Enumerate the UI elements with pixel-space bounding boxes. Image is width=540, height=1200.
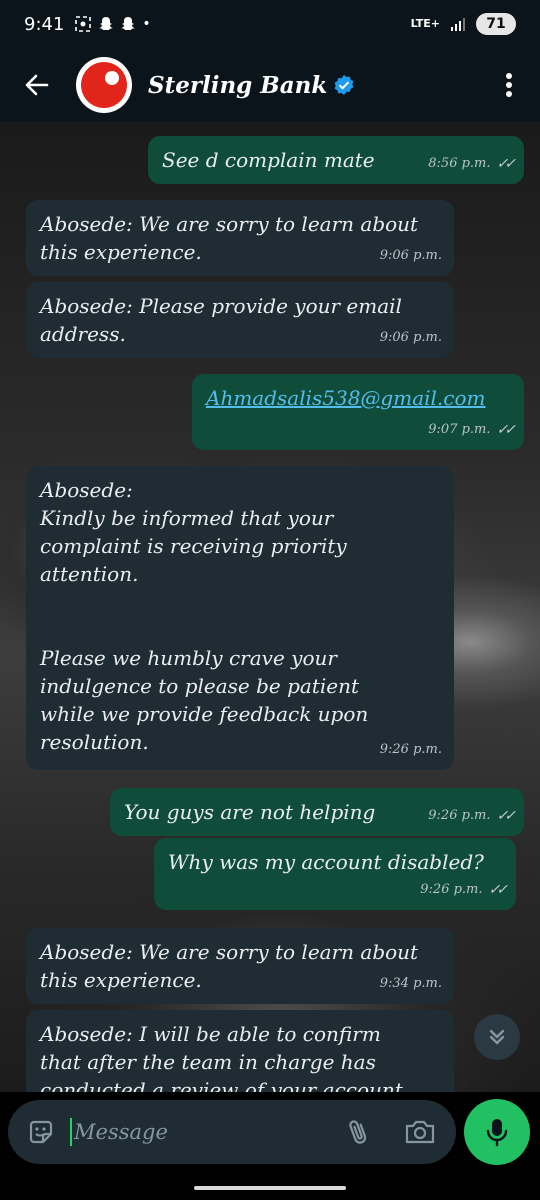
battery-indicator: 71 (476, 13, 516, 35)
double-check-icon: ✓✓ (488, 882, 509, 898)
message-text: Abosede: Please provide your email addre… (40, 294, 402, 346)
message-outgoing[interactable]: See d complain mate 8:56 p.m. ✓✓ (148, 136, 524, 184)
message-time: 9:06 p.m. (379, 330, 442, 345)
email-link[interactable]: Ahmadsalis538@gmail.com (206, 386, 485, 410)
message-text: Why was my account disabled? (168, 850, 484, 874)
double-chevron-down-icon (489, 1029, 505, 1045)
back-button[interactable] (16, 64, 58, 106)
message-meta: 9:06 p.m. (380, 324, 442, 352)
snapchat-icon (121, 17, 136, 30)
message-incoming[interactable]: Abosede: We are sorry to learn about thi… (26, 200, 454, 276)
text-cursor (70, 1118, 72, 1146)
camera-icon[interactable] (404, 1118, 436, 1146)
system-nav-bar (0, 1172, 540, 1200)
more-notifications-dot-icon: • (142, 16, 151, 32)
message-input-container[interactable]: Message (8, 1100, 456, 1164)
chat-area[interactable]: See d complain mate 8:56 p.m. ✓✓ Abosede… (0, 122, 540, 1092)
message-text: Abosede: We are sorry to learn about thi… (40, 940, 419, 992)
composer-bar: Message (0, 1092, 540, 1172)
message-time: 9:26 p.m. (420, 882, 483, 897)
chat-header: Sterling Bank (0, 48, 540, 122)
message-meta: 9:26 p.m. ✓✓ (428, 802, 517, 830)
verified-badge-icon (334, 75, 354, 95)
sticker-icon[interactable] (26, 1117, 56, 1147)
status-time: 9:41 (24, 13, 65, 35)
message-outgoing[interactable]: Why was my account disabled? 9:26 p.m. ✓… (154, 838, 516, 910)
scroll-to-bottom-button[interactable] (474, 1014, 520, 1060)
message-time: 9:07 p.m. (428, 422, 491, 437)
message-meta: 8:56 p.m. ✓✓ (428, 150, 517, 178)
message-meta: 9:34 p.m. (380, 970, 442, 998)
message-incoming[interactable]: Abosede: Please provide your email addre… (26, 282, 454, 358)
double-check-icon: ✓✓ (496, 156, 517, 172)
message-meta: 9:07 p.m. ✓✓ (428, 416, 517, 444)
more-options-button[interactable] (494, 64, 524, 106)
voice-message-button[interactable] (464, 1099, 530, 1165)
message-text: Abosede: I will be able to confirm that … (40, 1022, 410, 1092)
message-text: See d complain mate (162, 148, 375, 172)
snapchat-icon (99, 17, 114, 30)
message-meta: 9:26 p.m. (380, 736, 442, 764)
notification-icons: • (74, 15, 151, 33)
more-vertical-icon (506, 73, 512, 97)
status-bar: 9:41 • LTE+ 71 (0, 0, 540, 48)
message-text: Abosede: Kindly be informed that your co… (40, 478, 369, 754)
screenshot-icon (75, 16, 92, 32)
message-text: You guys are not helping (124, 800, 376, 824)
message-time: 9:06 p.m. (379, 248, 442, 263)
network-type: LTE+ (410, 17, 440, 30)
message-meta: 9:26 p.m. ✓✓ (420, 876, 509, 904)
message-text: Abosede: We are sorry to learn about thi… (40, 212, 419, 264)
paperclip-icon[interactable] (344, 1117, 372, 1147)
message-incoming[interactable]: Abosede: Kindly be informed that your co… (26, 466, 454, 770)
message-incoming[interactable]: Abosede: We are sorry to learn about thi… (26, 928, 454, 1004)
signal-icon (451, 18, 465, 31)
double-check-icon: ✓✓ (496, 808, 517, 824)
message-input[interactable]: Message (74, 1120, 168, 1144)
message-outgoing[interactable]: You guys are not helping 9:26 p.m. ✓✓ (110, 788, 524, 836)
message-time: 9:26 p.m. (379, 742, 442, 757)
contact-name[interactable]: Sterling Bank (148, 72, 327, 99)
message-incoming[interactable]: Abosede: I will be able to confirm that … (26, 1010, 454, 1092)
message-time: 9:26 p.m. (428, 808, 491, 823)
arrow-left-icon (25, 74, 49, 96)
message-time: 9:34 p.m. (379, 976, 442, 991)
message-time: 8:56 p.m. (428, 156, 491, 171)
double-check-icon: ✓✓ (496, 422, 517, 438)
microphone-icon (486, 1119, 508, 1147)
message-outgoing[interactable]: Ahmadsalis538@gmail.com 9:07 p.m. ✓✓ (192, 374, 524, 450)
message-meta: 9:06 p.m. (380, 242, 442, 270)
sterling-logo-icon (81, 62, 127, 108)
contact-avatar[interactable] (76, 57, 132, 113)
home-gesture-handle[interactable] (194, 1186, 346, 1190)
